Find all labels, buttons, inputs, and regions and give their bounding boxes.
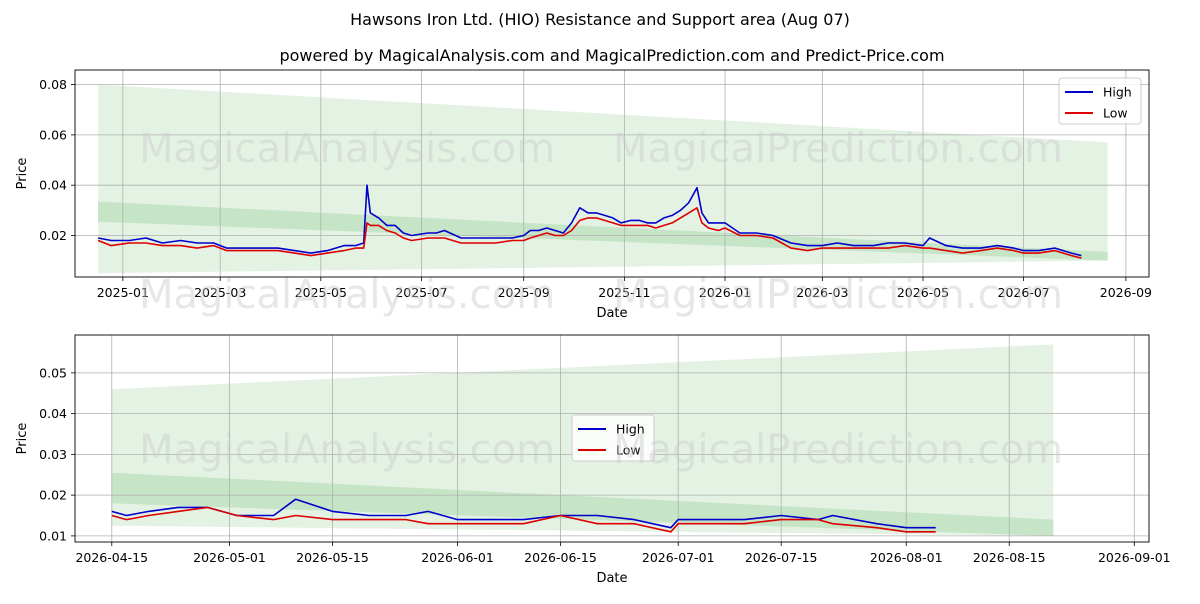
chart-subtitle: powered by MagicalAnalysis.com and Magic… <box>279 46 944 65</box>
x-tick-label: 2026-08-01 <box>870 550 943 565</box>
x-tick-label: 2026-09 <box>1100 285 1152 300</box>
x-tick-label: 2026-06-01 <box>421 550 494 565</box>
watermark-analysis-bottom: MagicalAnalysis.com <box>139 427 555 473</box>
y-tick-label: 0.04 <box>39 406 67 421</box>
x-tick-label: 2026-08-15 <box>973 550 1046 565</box>
legend-label-high: High <box>1103 85 1132 100</box>
y-tick-label: 0.08 <box>39 77 67 92</box>
chart-title: Hawsons Iron Ltd. (HIO) Resistance and S… <box>350 10 850 29</box>
y-tick-label: 0.06 <box>39 127 67 142</box>
y-tick-label: 0.03 <box>39 447 67 462</box>
x-tick-label: 2026-06-15 <box>524 550 597 565</box>
y-axis-label: Price <box>15 158 30 190</box>
y-tick-label: 0.04 <box>39 178 67 193</box>
legend: High Low <box>1058 77 1142 125</box>
legend-label-low: Low <box>1103 106 1128 121</box>
x-tick-label: 2026-07-01 <box>642 550 715 565</box>
y-tick-label: 0.02 <box>39 228 67 243</box>
watermark-prediction-mid: MagicalPrediction.com <box>613 272 1063 318</box>
watermark-prediction-bottom: MagicalPrediction.com <box>613 427 1063 473</box>
y-axis-label: Price <box>15 423 30 455</box>
y-tick-label: 0.05 <box>39 365 67 380</box>
x-axis-label: Date <box>596 571 627 586</box>
watermark-analysis-top: MagicalAnalysis.com <box>139 126 555 172</box>
x-tick-label: 2026-04-15 <box>75 550 148 565</box>
x-tick-label: 2026-09-01 <box>1098 550 1171 565</box>
y-tick-label: 0.02 <box>39 488 67 503</box>
x-tick-label: 2026-07-15 <box>745 550 818 565</box>
x-tick-label: 2026-05-01 <box>193 550 266 565</box>
watermark-analysis-mid: MagicalAnalysis.com <box>139 272 555 318</box>
y-tick-label: 0.01 <box>39 528 67 543</box>
chart-figure: Hawsons Iron Ltd. (HIO) Resistance and S… <box>15 10 1171 586</box>
x-tick-label: 2026-05-15 <box>296 550 369 565</box>
watermark-prediction-top: MagicalPrediction.com <box>613 126 1063 172</box>
